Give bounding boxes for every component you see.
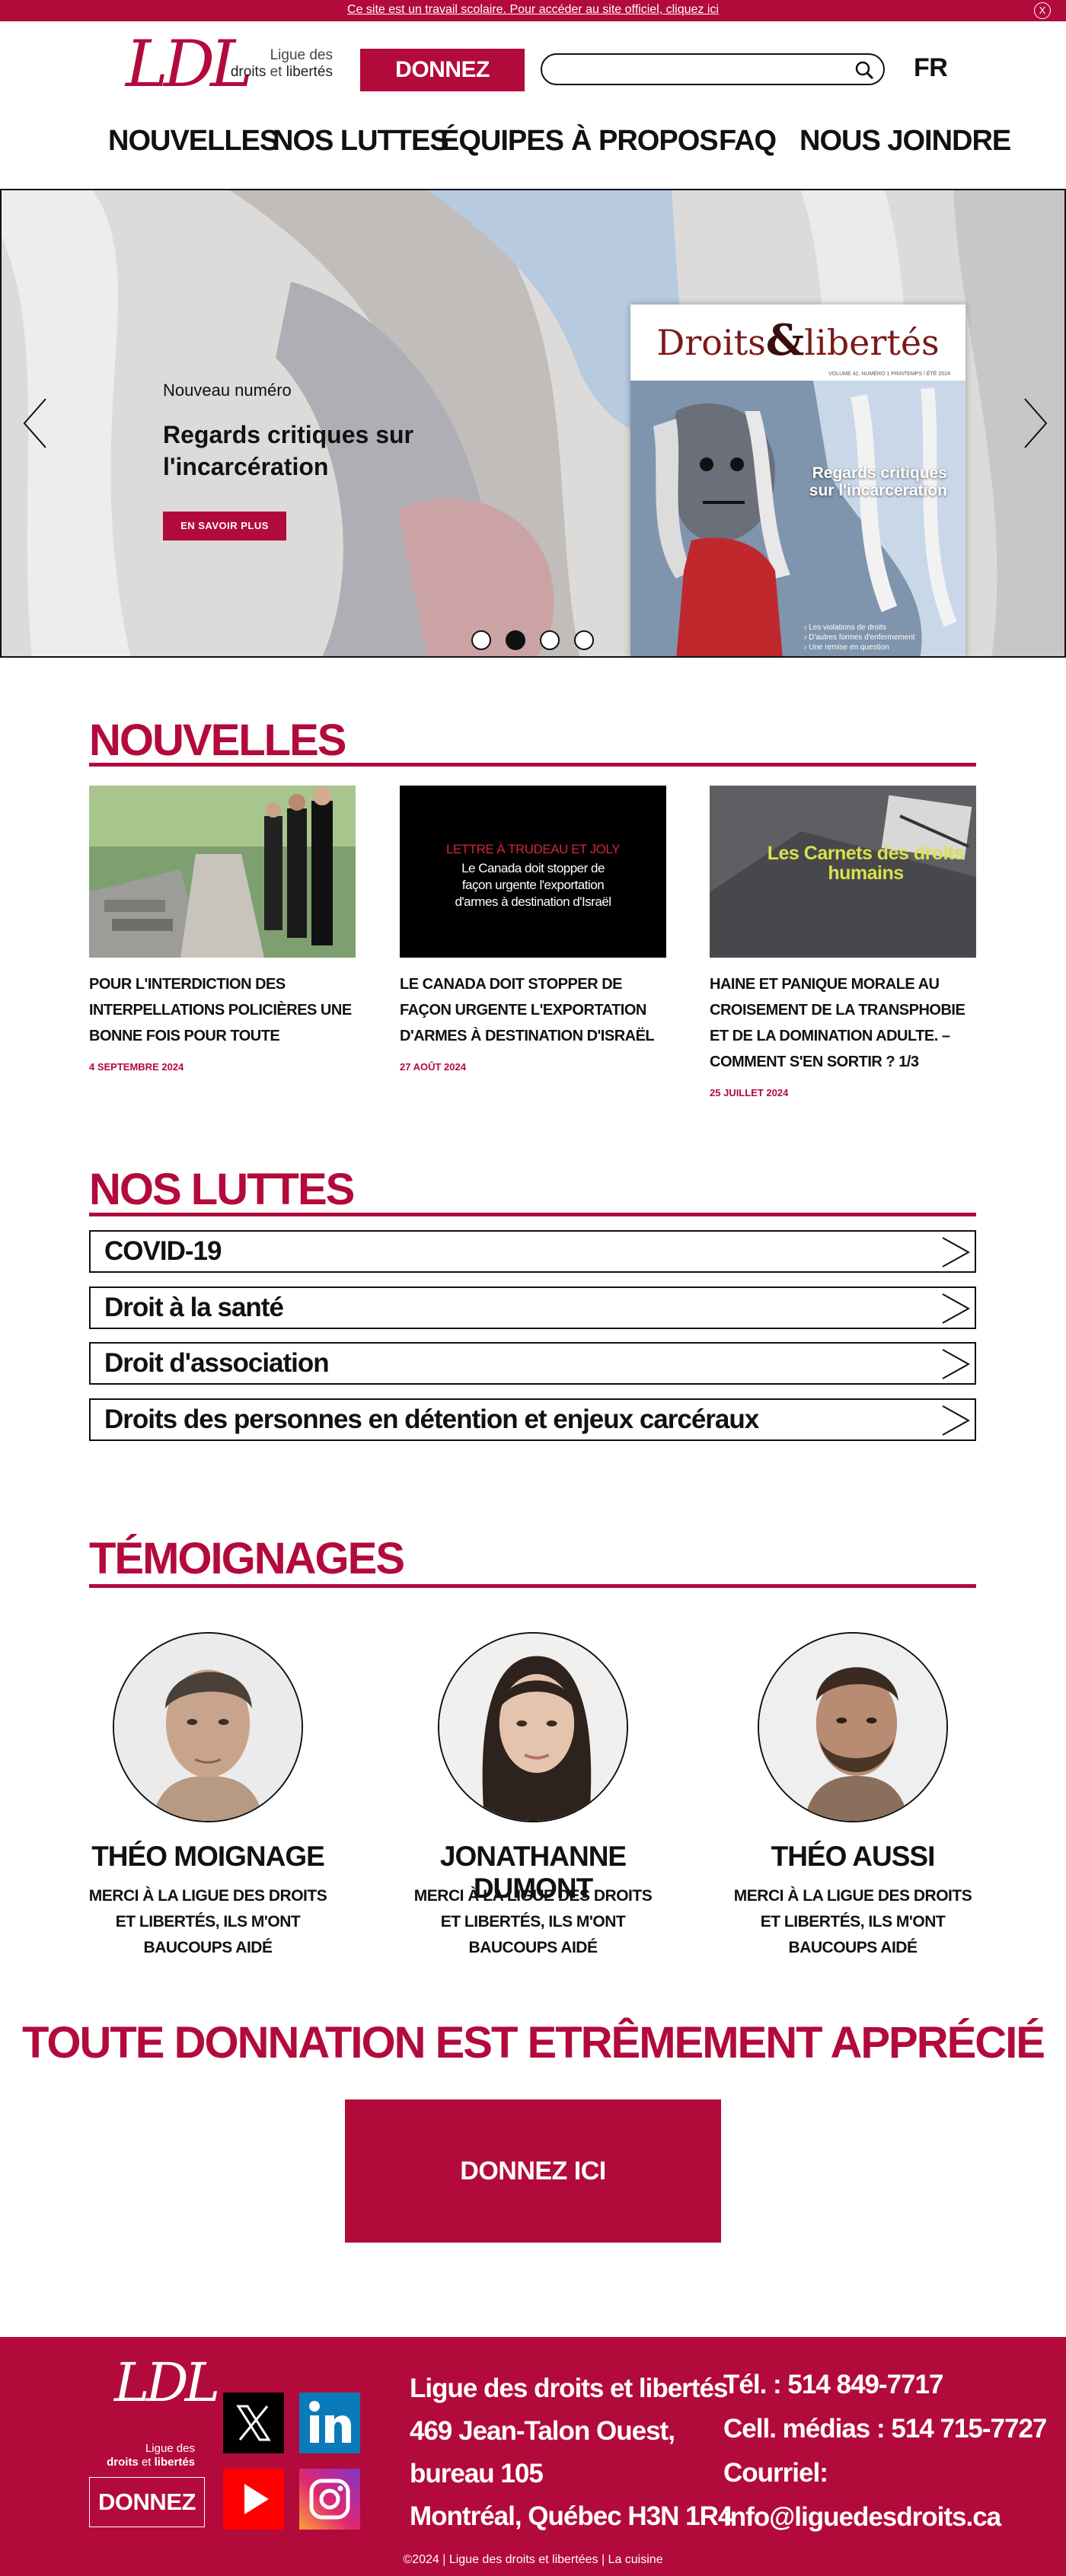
footer-contact: Tél. : 514 849-7717 Cell. médias : 514 7… — [723, 2363, 1047, 2539]
magazine-issue: VOLUME 42, NUMÉRO 1 PRINTEMPS / ÉTÉ 2024 — [828, 371, 950, 377]
slider-dot-1[interactable] — [471, 630, 491, 650]
notice-bar: Ce site est un travail scolaire. Pour ac… — [0, 0, 1066, 21]
slider-dots — [471, 630, 601, 652]
donation-title: TOUTE DONNATION EST ETRÊMEMENT APPRÉCIÉ — [21, 2018, 1045, 2067]
news-card[interactable]: LETTRE À TRUDEAU ET JOLY Le Canada doit … — [400, 786, 666, 1073]
nav-nos-luttes[interactable]: NOS LUTTES — [273, 125, 449, 158]
magazine-cover-headline: Regards critiques sur l'incarcération — [809, 464, 947, 499]
hero-kicker: Nouveau numéro — [163, 381, 292, 400]
footer-email-label: Courriel: — [723, 2458, 828, 2488]
testimonial-photo — [758, 1632, 948, 1822]
slider-dot-2[interactable] — [506, 630, 525, 650]
search-bar — [541, 53, 885, 85]
news-thumbnail-letter: LETTRE À TRUDEAU ET JOLY Le Canada doit … — [400, 786, 666, 958]
search-icon[interactable] — [854, 60, 874, 80]
hero-slider: Nouveau numéro Regards critiques sur l'i… — [0, 189, 1066, 658]
slider-next-arrow-icon[interactable] — [1020, 396, 1051, 451]
news-title[interactable]: POUR L'INTERDICTION DES INTERPELLATIONS … — [89, 971, 356, 1049]
instagram-icon[interactable] — [299, 2469, 360, 2530]
lutte-label: Droit à la santé — [104, 1293, 284, 1322]
chevron-right-icon — [942, 1237, 971, 1267]
footer-donate-button[interactable]: DONNEZ — [89, 2477, 205, 2527]
chevron-right-icon — [942, 1405, 971, 1436]
nav-nouvelles[interactable]: NOUVELLES — [108, 125, 279, 158]
news-card[interactable]: POUR L'INTERDICTION DES INTERPELLATIONS … — [89, 786, 356, 1073]
official-site-link[interactable]: Ce site est un travail scolaire. Pour ac… — [0, 3, 1066, 17]
footer-media-phone[interactable]: Cell. médias : 514 715-7727 — [723, 2407, 1047, 2451]
testimonial-quote: MERCI À LA LIGUE DES DROITS ET LIBERTÉS,… — [88, 1887, 327, 1956]
lutte-item-detention[interactable]: Droits des personnes en détention et enj… — [89, 1398, 976, 1441]
testimonial-name: THÉO MOIGNAGE — [91, 1841, 325, 1872]
news-thumbnail-carnets: Les Carnets des droits humains — [710, 786, 976, 958]
donate-here-button[interactable]: DONNEZ ICI — [345, 2099, 721, 2243]
testimonial-photo — [113, 1632, 303, 1822]
magazine-cover[interactable]: Droits&libertés VOLUME 42, NUMÉRO 1 PRIN… — [630, 304, 965, 656]
news-section-rule — [89, 763, 976, 767]
magazine-cover-art — [630, 381, 965, 656]
footer-logo[interactable]: LDL Ligue des droits et libertés — [96, 2352, 220, 2469]
nav-equipes[interactable]: ÉQUIPES — [440, 125, 564, 158]
news-section-title: NOUVELLES — [89, 716, 346, 765]
site-footer: LDL Ligue des droits et libertés DONNEZ — [0, 2337, 1066, 2576]
footer-copyright: ©2024 | Ligue des droits et libertées | … — [403, 2553, 663, 2566]
testimonial-name: THÉO AUSSI — [771, 1841, 936, 1872]
youtube-icon[interactable] — [223, 2469, 284, 2530]
hero-headline: Regards critiques sur l'incarcération — [163, 421, 413, 480]
news-date: 25 JUILLET 2024 — [710, 1087, 789, 1098]
nav-nous-joindre[interactable]: NOUS JOINDRE — [800, 125, 1011, 158]
lutte-label: Droits des personnes en détention et enj… — [104, 1404, 759, 1434]
nav-faq[interactable]: FAQ — [719, 125, 777, 158]
news-date: 4 SEPTEMBRE 2024 — [89, 1061, 184, 1073]
nav-a-propos[interactable]: À PROPOS — [571, 125, 719, 158]
chevron-right-icon — [942, 1349, 971, 1379]
linkedin-icon[interactable] — [299, 2393, 360, 2453]
lutte-item-covid[interactable]: COVID-19 — [89, 1230, 976, 1273]
slider-dot-4[interactable] — [574, 630, 594, 650]
news-title[interactable]: HAINE ET PANIQUE MORALE AU CROISEMENT DE… — [710, 971, 976, 1075]
magazine-cover-list: › Les violations de droits › D'autres fo… — [804, 623, 915, 652]
luttes-section-rule — [89, 1213, 976, 1216]
news-title[interactable]: LE CANADA DOIT STOPPER DE FAÇON URGENTE … — [400, 971, 666, 1049]
footer-email[interactable]: info@liguedesdroits.ca — [723, 2495, 1046, 2539]
testimonial-quote: MERCI À LA LIGUE DES DROITS ET LIBERTÉS,… — [733, 1887, 972, 1956]
chevron-right-icon — [942, 1293, 971, 1324]
footer-phone[interactable]: Tél. : 514 849-7717 — [723, 2363, 1046, 2407]
footer-logo-mark: LDL — [114, 2351, 220, 2414]
testimonial-quote: MERCI À LA LIGUE DES DROITS ET LIBERTÉS,… — [413, 1887, 653, 1956]
site-logo[interactable]: LDL Ligue des droits et libertés — [126, 27, 339, 100]
lutte-item-sante[interactable]: Droit à la santé — [89, 1286, 976, 1329]
temoignages-section-rule — [89, 1584, 976, 1588]
close-notice-button[interactable]: X — [1034, 2, 1051, 19]
magazine-title: Droits&libertés — [656, 315, 940, 365]
search-input[interactable] — [554, 59, 844, 79]
main-nav: NOUVELLES NOS LUTTES ÉQUIPES À PROPOS FA… — [0, 125, 1066, 163]
footer-address: Ligue des droits et libertés 469 Jean-Ta… — [410, 2374, 732, 2531]
hero-cta-button[interactable]: EN SAVOIR PLUS — [163, 512, 286, 540]
logo-text: Ligue des droits et libertés — [230, 47, 333, 80]
language-switch[interactable]: FR — [914, 53, 948, 83]
x-icon[interactable] — [223, 2393, 284, 2453]
lutte-label: Droit d'association — [104, 1348, 330, 1378]
lutte-item-association[interactable]: Droit d'association — [89, 1342, 976, 1385]
news-thumbnail-police — [89, 786, 356, 958]
temoignages-section-title: TÉMOIGNAGES — [89, 1534, 405, 1583]
footer-logo-text: Ligue des droits et libertés — [107, 2442, 195, 2469]
slider-dot-3[interactable] — [540, 630, 560, 650]
news-date: 27 AOÛT 2024 — [400, 1061, 466, 1073]
slider-prev-arrow-icon[interactable] — [20, 396, 50, 451]
luttes-section-title: NOS LUTTES — [89, 1165, 355, 1214]
lutte-label: COVID-19 — [104, 1236, 222, 1266]
news-card[interactable]: Les Carnets des droits humains HAINE ET … — [710, 786, 976, 1098]
donate-button[interactable]: DONNEZ — [360, 49, 525, 91]
testimonial-photo — [438, 1632, 628, 1822]
